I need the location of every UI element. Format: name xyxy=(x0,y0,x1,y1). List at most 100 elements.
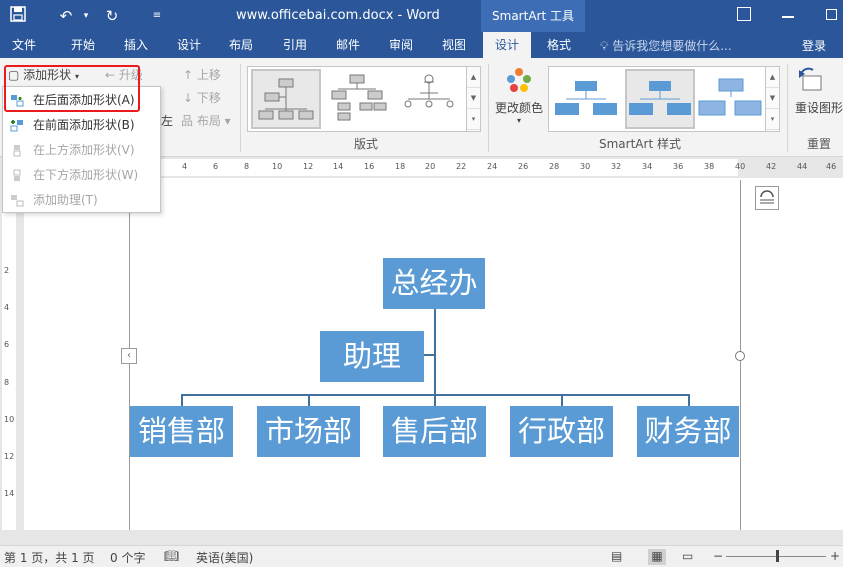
page-count[interactable]: 第 1 页，共 1 页 xyxy=(4,549,95,566)
ruler-tick: 46 xyxy=(826,162,837,171)
ruler-tick: 32 xyxy=(611,162,622,171)
ruler-tick: 6 xyxy=(4,340,10,349)
group-separator xyxy=(488,64,489,152)
node-department[interactable]: 售后部 xyxy=(383,406,486,457)
ruler-tick: 44 xyxy=(797,162,808,171)
lightbulb-icon: 💡︎ xyxy=(600,39,609,53)
ruler-tick: 30 xyxy=(580,162,591,171)
ruler-tick: 40 xyxy=(735,162,746,171)
zoom-in-button[interactable]: + xyxy=(830,549,840,563)
node-assistant[interactable]: 助理 xyxy=(320,331,424,382)
layout-hierarchy[interactable] xyxy=(324,69,394,129)
undo-icon[interactable]: ↶ xyxy=(56,6,76,26)
connector-line xyxy=(181,394,183,406)
redo-icon[interactable]: ↻ xyxy=(102,6,122,26)
tab-smartart-format[interactable]: 格式 xyxy=(538,32,580,58)
minimize-button[interactable] xyxy=(782,16,794,18)
ruler-tick: 10 xyxy=(4,415,15,424)
connector-line xyxy=(688,394,690,406)
language[interactable]: 英语(美国) xyxy=(196,549,253,566)
node-department[interactable]: 财务部 xyxy=(637,406,739,457)
layouts-group-label: 版式 xyxy=(354,137,379,151)
tab-home[interactable]: 开始 xyxy=(62,32,104,58)
menu-add-shape-below[interactable]: 在下方添加形状(W) xyxy=(3,163,160,188)
layout-name-title[interactable] xyxy=(396,69,466,129)
layout-button[interactable]: 品 布局 ▾ xyxy=(181,112,231,129)
group-separator xyxy=(240,64,241,152)
ruler-tick: 18 xyxy=(395,162,406,171)
change-colors-button[interactable]: 更改颜色 ▾ xyxy=(494,66,544,125)
layout-org-chart[interactable] xyxy=(251,69,321,129)
ruler-tick: 24 xyxy=(487,162,498,171)
zoom-slider-thumb[interactable] xyxy=(776,550,779,562)
ribbon-tabs: 文件 开始 插入 设计 布局 引用 邮件 审阅 视图 设计 格式 💡︎ 告诉我您… xyxy=(0,32,843,58)
gallery-scroll[interactable]: ▲ ▼ ▾ xyxy=(765,67,779,131)
chevron-down-icon: ▾ xyxy=(516,116,521,125)
gallery-scroll[interactable]: ▲ ▼ ▾ xyxy=(466,67,480,131)
ruler-tick: 34 xyxy=(642,162,653,171)
tell-me-search[interactable]: 💡︎ 告诉我您想要做什么... xyxy=(600,37,732,54)
connector-line xyxy=(308,394,310,406)
menu-add-assistant[interactable]: 添加助理(T) xyxy=(3,188,160,213)
styles-group-label: SmartArt 样式 xyxy=(599,137,681,151)
menu-add-shape-above[interactable]: 在上方添加形状(V) xyxy=(3,138,160,163)
node-top[interactable]: 总经办 xyxy=(383,258,485,309)
zoom-out-button[interactable]: − xyxy=(713,549,723,563)
move-up-button[interactable]: ↑ 上移 xyxy=(183,66,221,83)
tab-review[interactable]: 审阅 xyxy=(380,32,422,58)
tab-mailings[interactable]: 邮件 xyxy=(327,32,369,58)
vertical-ruler[interactable]: 2 4 6 8 10 12 14 xyxy=(0,178,18,530)
ruler-tick: 4 xyxy=(182,162,188,171)
ruler-tick: 38 xyxy=(704,162,715,171)
word-count[interactable]: 0 个字 xyxy=(110,549,145,566)
text-pane-toggle[interactable]: ‹ xyxy=(121,348,137,364)
node-department[interactable]: 行政部 xyxy=(510,406,613,457)
smartart-styles-gallery[interactable]: ▲ ▼ ▾ xyxy=(548,66,780,132)
style-simple-fill[interactable] xyxy=(553,69,623,129)
undo-dropdown-icon[interactable]: ▾ xyxy=(76,6,96,26)
tab-view[interactable]: 视图 xyxy=(433,32,475,58)
menu-add-shape-before[interactable]: 在前面添加形状(B) xyxy=(3,113,160,138)
ribbon-display-options-icon[interactable] xyxy=(737,7,751,21)
reset-graphic-button[interactable]: 重设图形 xyxy=(795,66,843,116)
document-title: www.officebai.com.docx - Word xyxy=(236,8,440,23)
smartart-tools-context-label: SmartArt 工具 xyxy=(481,0,585,32)
style-subtle-effect[interactable] xyxy=(697,69,767,129)
add-below-icon xyxy=(13,169,21,181)
tab-references[interactable]: 引用 xyxy=(274,32,316,58)
web-layout-icon[interactable]: ▭ xyxy=(682,549,693,563)
ruler-tick: 8 xyxy=(4,378,10,387)
node-department[interactable]: 市场部 xyxy=(257,406,360,457)
right-to-left-button[interactable]: 左 xyxy=(161,112,173,129)
sign-in-link[interactable]: 登录 xyxy=(802,37,826,54)
ruler-tick: 14 xyxy=(4,489,15,498)
connector-line xyxy=(424,354,434,356)
style-white-outline[interactable] xyxy=(625,69,695,129)
tab-design[interactable]: 设计 xyxy=(168,32,210,58)
node-department[interactable]: 销售部 xyxy=(130,406,233,457)
resize-handle[interactable] xyxy=(735,351,745,361)
maximize-button[interactable] xyxy=(826,9,837,20)
save-icon[interactable] xyxy=(8,6,28,26)
layouts-gallery[interactable]: ▲ ▼ ▾ xyxy=(247,66,481,132)
ruler-tick: 42 xyxy=(766,162,777,171)
layout-options-button[interactable] xyxy=(755,186,779,210)
ruler-tick: 22 xyxy=(456,162,467,171)
tab-insert[interactable]: 插入 xyxy=(115,32,157,58)
layout-options-icon xyxy=(760,190,774,204)
add-assistant-icon xyxy=(11,195,24,207)
tab-smartart-design[interactable]: 设计 xyxy=(483,32,531,58)
tab-file[interactable]: 文件 xyxy=(4,32,44,58)
palette-icon xyxy=(507,68,531,92)
read-mode-icon[interactable]: ▤ xyxy=(611,549,622,563)
connector-line xyxy=(434,309,436,397)
customize-qat-icon[interactable]: ≡ xyxy=(147,6,167,26)
tab-layout[interactable]: 布局 xyxy=(220,32,262,58)
status-bar: 第 1 页，共 1 页 0 个字 📖︎ 英语(美国) ▤ ▦ ▭ − + xyxy=(0,545,843,567)
move-down-button[interactable]: ↓ 下移 xyxy=(183,89,221,106)
proofing-icon[interactable]: 📖︎ xyxy=(164,549,179,563)
print-layout-icon[interactable]: ▦ xyxy=(648,549,666,565)
ruler-tick: 14 xyxy=(333,162,344,171)
group-separator xyxy=(787,64,788,152)
document-page[interactable]: ‹ 总经办 助理 销售部 市场部 售后部 行政部 财务部 xyxy=(24,178,843,530)
